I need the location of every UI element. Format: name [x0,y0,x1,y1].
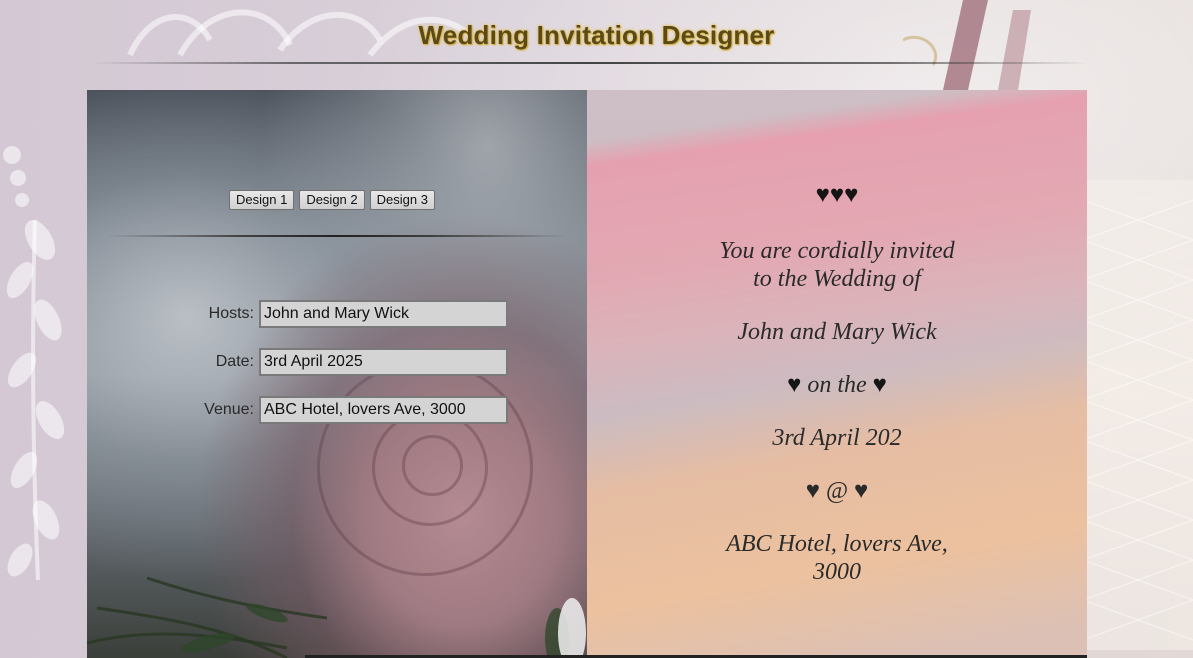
hosts-input[interactable] [259,300,508,328]
invite-date: 3rd April 202 [772,425,902,451]
venue-label: Venue: [204,401,254,418]
invitation-preview: ♥♥♥ You are cordially invited to the Wed… [587,90,1087,658]
hearts-decoration: ♥♥♥ [815,182,859,208]
date-label: Date: [215,353,254,370]
design-1-button[interactable]: Design 1 [229,190,295,210]
editor-divider [107,235,567,237]
design-3-button[interactable]: Design 3 [369,190,435,210]
heart-icon: ♥ [872,372,887,398]
editor-panel: Design 1 Design 2 Design 3 Hosts: Date: … [87,90,587,658]
invite-venue-line-1: ABC Hotel, lovers Ave, [726,531,948,557]
invite-at-line: ♥ @ ♥ [805,478,869,504]
foliage-image-detail [87,576,586,658]
date-input[interactable] [259,348,508,376]
venue-row: Venue: [87,396,587,424]
invite-venue-line-2: 3000 [813,559,861,585]
date-row: Date: [87,348,587,376]
design-selector: Design 1 Design 2 Design 3 [229,190,435,210]
rose-image-detail [402,435,463,496]
heart-icon: ♥ [787,372,802,398]
venue-input[interactable] [259,396,508,424]
background-lace [1083,180,1193,650]
hosts-row: Hosts: [87,300,587,328]
invite-intro-line-2: to the Wedding of [753,266,921,292]
invite-on-the-text: on the [801,372,873,398]
background-leaf-decoration [3,146,65,581]
invite-on-the-line: ♥ on the ♥ [587,371,1087,399]
hosts-label: Hosts: [208,305,254,322]
invite-hosts: John and Mary Wick [737,319,937,345]
design-2-button[interactable]: Design 2 [299,190,365,210]
title-divider [90,62,1090,64]
invite-intro-line-1: You are cordially invited [719,238,955,264]
page-title: Wedding Invitation Designer [418,20,775,50]
